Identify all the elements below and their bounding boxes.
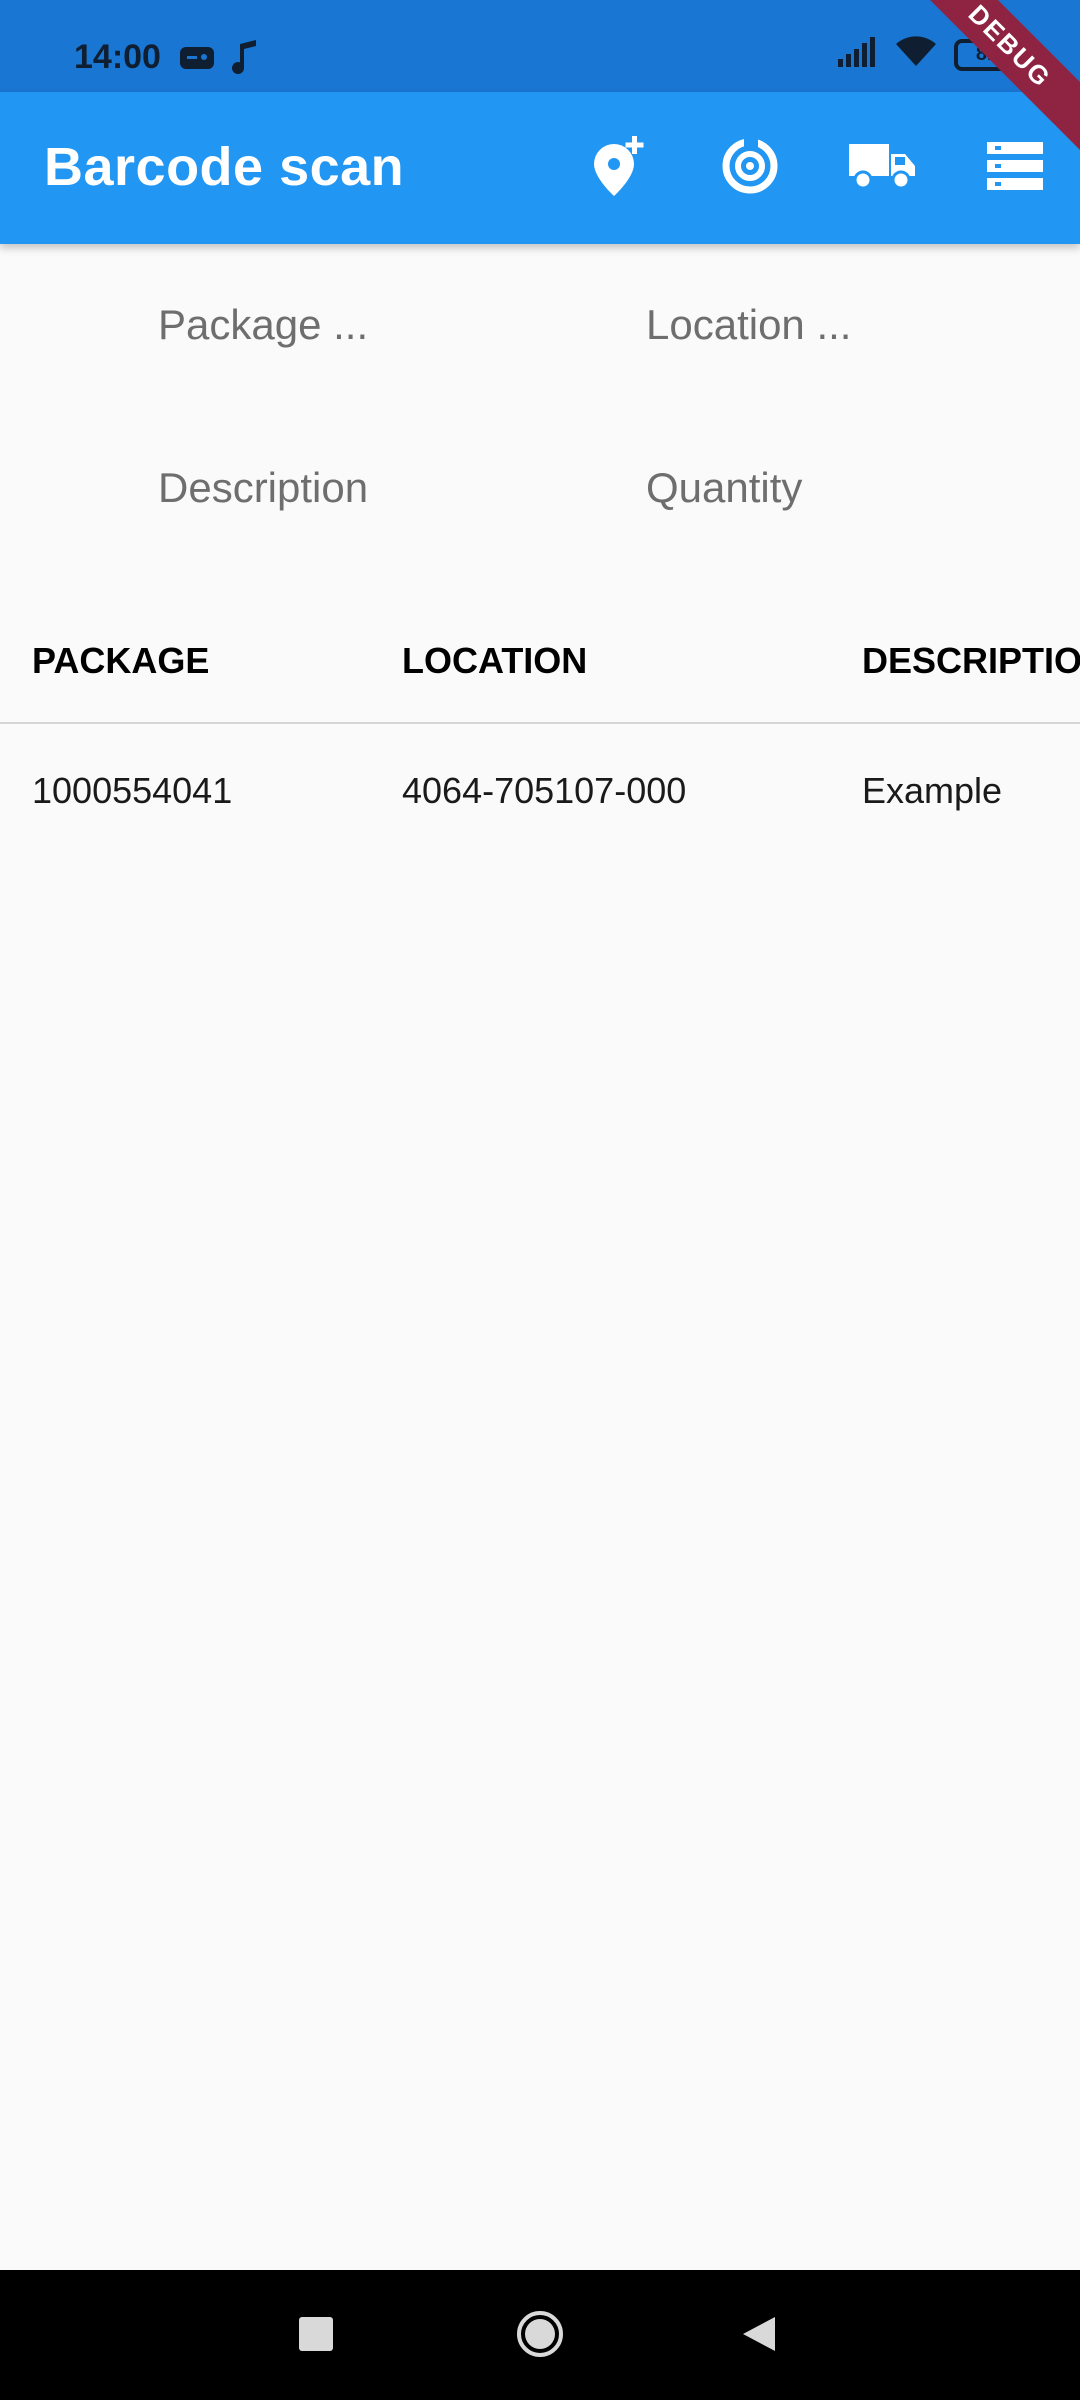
- truck-button[interactable]: [842, 128, 922, 208]
- column-header-location[interactable]: LOCATION: [402, 600, 587, 722]
- scan-target-button[interactable]: [710, 128, 790, 208]
- description-input[interactable]: [158, 433, 478, 543]
- back-button[interactable]: [728, 2304, 792, 2368]
- home-button[interactable]: [508, 2304, 572, 2368]
- column-header-package[interactable]: PACKAGE: [32, 600, 209, 722]
- truck-icon: [847, 138, 917, 199]
- cell-package: 1000554041: [32, 770, 233, 811]
- add-location-button[interactable]: [580, 128, 660, 208]
- quantity-input[interactable]: [646, 433, 966, 543]
- recents-icon: [299, 2316, 333, 2356]
- table-row[interactable]: 1000554041 4064-705107-000 Example: [0, 726, 1080, 856]
- add-location-icon: [588, 134, 652, 203]
- back-icon: [741, 2315, 779, 2358]
- app-screen: 14:00 81: [0, 0, 1080, 2400]
- music-note-icon: [230, 40, 258, 81]
- cell-description: Example: [862, 770, 1003, 811]
- status-left-icons: [180, 40, 258, 81]
- signal-icon: [838, 37, 878, 72]
- table-header: PACKAGE LOCATION DESCRIPTIO: [0, 600, 1080, 724]
- navigation-bar: [0, 2270, 1080, 2400]
- gamepad-icon: [180, 43, 216, 78]
- status-bar: 14:00 81: [0, 0, 1080, 92]
- app-title: Barcode scan: [44, 137, 405, 197]
- location-input[interactable]: [646, 270, 966, 380]
- scan-target-icon: [720, 136, 780, 201]
- wifi-icon: [896, 36, 936, 73]
- app-bar: Barcode scan: [0, 92, 1080, 244]
- list-icon: [985, 140, 1045, 197]
- list-button[interactable]: [975, 128, 1055, 208]
- status-time: 14:00: [74, 38, 161, 76]
- package-input[interactable]: [158, 270, 478, 380]
- home-icon: [515, 2309, 565, 2364]
- cell-location: 4064-705107-000: [402, 770, 687, 811]
- recents-button[interactable]: [284, 2304, 348, 2368]
- column-header-description[interactable]: DESCRIPTIO: [862, 600, 1080, 722]
